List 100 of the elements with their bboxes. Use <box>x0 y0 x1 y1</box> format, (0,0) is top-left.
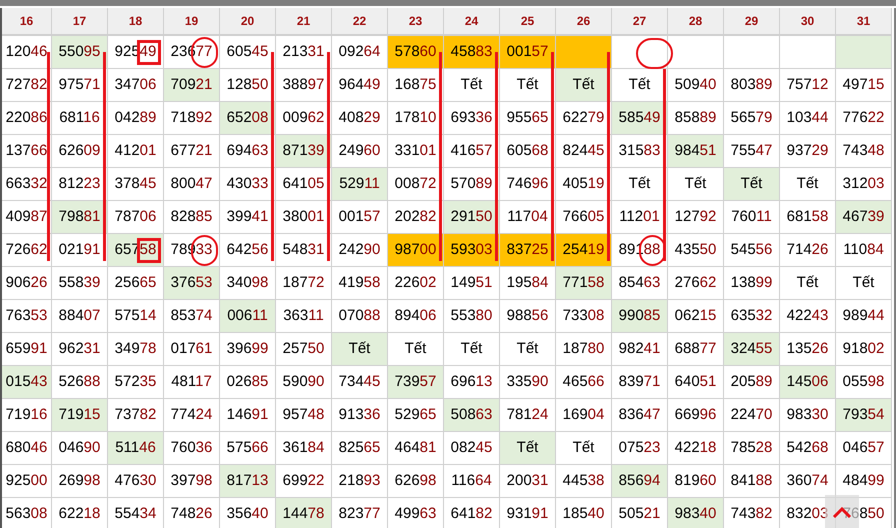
table-cell: 01543 <box>2 366 52 399</box>
table-cell: 73445 <box>332 366 388 399</box>
column-header: 31 <box>836 8 892 36</box>
table-cell: 98340 <box>668 498 724 528</box>
table-cell: 50863 <box>444 399 500 432</box>
table-cell: 98700 <box>388 234 444 267</box>
table-cell: 22602 <box>388 267 444 300</box>
table-cell: 44538 <box>556 465 612 498</box>
table-cell: 91336 <box>332 399 388 432</box>
table-cell: 68116 <box>52 102 108 135</box>
table-cell: 97571 <box>52 69 108 102</box>
table-cell: 52911 <box>332 168 388 201</box>
column-header: 21 <box>276 8 332 36</box>
table-cell: 68046 <box>2 432 52 465</box>
table-cell: 14951 <box>444 267 500 300</box>
table-cell: 56579 <box>724 102 780 135</box>
table-cell: 01761 <box>164 333 220 366</box>
table-cell: 11201 <box>612 201 668 234</box>
table-cell: 50940 <box>668 69 724 102</box>
table-cell: 25419 <box>556 234 612 267</box>
table-cell: Tết <box>388 333 444 366</box>
table-cell: 22086 <box>2 102 52 135</box>
table-cell: 69336 <box>444 102 500 135</box>
table-cell: 69922 <box>276 465 332 498</box>
table-cell: 46739 <box>836 201 892 234</box>
table-cell: 57514 <box>108 300 164 333</box>
table-cell: 34098 <box>220 267 276 300</box>
table-cell: 21331 <box>276 36 332 69</box>
table-cell: 13899 <box>724 267 780 300</box>
table-cell: 04289 <box>108 102 164 135</box>
table-cell: 60545 <box>220 36 276 69</box>
table-cell: 34978 <box>108 333 164 366</box>
table-cell: 37845 <box>108 168 164 201</box>
table-cell: 04657 <box>836 432 892 465</box>
table-cell: Tết <box>556 432 612 465</box>
table-cell: Tết <box>556 69 612 102</box>
table-cell: 00872 <box>388 168 444 201</box>
table-cell: 43033 <box>220 168 276 201</box>
table-cell: 77622 <box>836 102 892 135</box>
table-cell: 71426 <box>780 234 836 267</box>
table-cell: 71892 <box>164 102 220 135</box>
column-header: 19 <box>164 8 220 36</box>
table-cell: 83647 <box>612 399 668 432</box>
table-cell: 12046 <box>2 36 52 69</box>
table-cell: 57566 <box>220 432 276 465</box>
table-cell: 24960 <box>332 135 388 168</box>
table-cell: 85889 <box>668 102 724 135</box>
table-cell: 48117 <box>164 366 220 399</box>
table-cell: 79881 <box>52 201 108 234</box>
table-cell: 31583 <box>612 135 668 168</box>
column-header: 30 <box>780 8 836 36</box>
table-cell: 52965 <box>388 399 444 432</box>
table-cell: 29150 <box>444 201 500 234</box>
table-cell: 95748 <box>276 399 332 432</box>
table-cell: 04690 <box>52 432 108 465</box>
table-cell: 70921 <box>164 69 220 102</box>
table-cell: 25750 <box>276 333 332 366</box>
table-cell: 83971 <box>612 366 668 399</box>
table-cell: Tết <box>500 333 556 366</box>
table-cell: 42243 <box>780 300 836 333</box>
table-cell: 10344 <box>780 102 836 135</box>
table-cell: 11704 <box>500 201 556 234</box>
table-cell: Tết <box>444 69 500 102</box>
column-header: 28 <box>668 8 724 36</box>
table-cell: 93729 <box>780 135 836 168</box>
table-cell: 62279 <box>556 102 612 135</box>
table-cell: 98856 <box>500 300 556 333</box>
table-cell <box>668 36 724 69</box>
table-cell: 71916 <box>2 399 52 432</box>
table-cell: 16904 <box>556 399 612 432</box>
table-cell: 12792 <box>668 201 724 234</box>
column-header: 16 <box>2 8 52 36</box>
table-cell: Tết <box>444 333 500 366</box>
table-cell: 71915 <box>52 399 108 432</box>
table-cell: 85463 <box>612 267 668 300</box>
table-cell: 74348 <box>836 135 892 168</box>
table-cell: 65991 <box>2 333 52 366</box>
table-cell: 26998 <box>52 465 108 498</box>
table-cell: 18772 <box>276 267 332 300</box>
table-cell: 92500 <box>2 465 52 498</box>
column-header: 20 <box>220 8 276 36</box>
table-cell: 11084 <box>836 234 892 267</box>
table-cell: Tết <box>612 69 668 102</box>
table-cell: 55380 <box>444 300 500 333</box>
table-cell: 76011 <box>724 201 780 234</box>
table-cell: 20282 <box>388 201 444 234</box>
table-cell: 00157 <box>500 36 556 69</box>
table-cell: 98451 <box>668 135 724 168</box>
table-cell: 40829 <box>332 102 388 135</box>
table-cell: 36074 <box>780 465 836 498</box>
table-cell: 76036 <box>164 432 220 465</box>
table-cell: 13766 <box>2 135 52 168</box>
table-cell: 40987 <box>2 201 52 234</box>
table-cell: 72662 <box>2 234 52 267</box>
table-cell: 55839 <box>52 267 108 300</box>
table-cell: 21893 <box>332 465 388 498</box>
table-cell: 37653 <box>164 267 220 300</box>
table-cell: 96231 <box>52 333 108 366</box>
column-header: 29 <box>724 8 780 36</box>
table-cell: 24290 <box>332 234 388 267</box>
